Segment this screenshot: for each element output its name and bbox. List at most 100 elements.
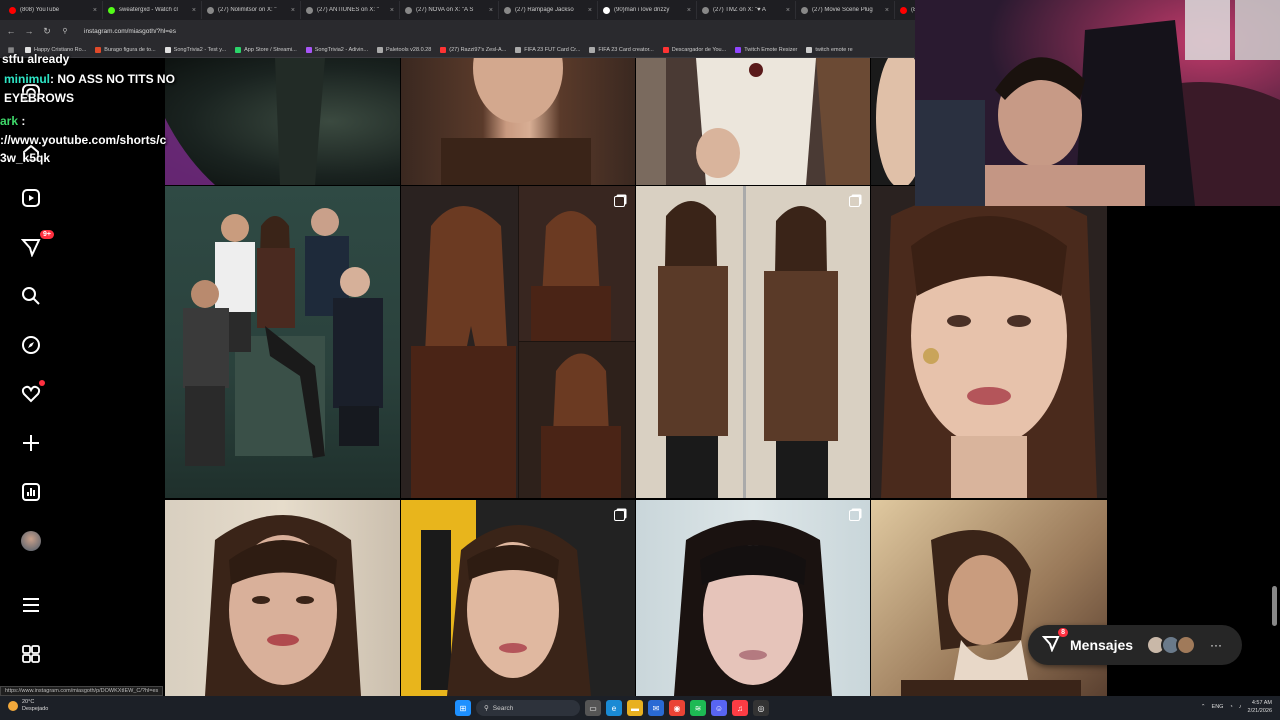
chat-line: minimul: NO ASS NO TITS NO xyxy=(4,70,175,88)
mail-icon[interactable]: ✉ xyxy=(648,700,664,716)
task-view-icon[interactable]: ▭ xyxy=(585,700,601,716)
more-options-icon[interactable]: ··· xyxy=(1210,638,1222,652)
post-tile[interactable] xyxy=(871,186,1107,498)
close-icon[interactable]: × xyxy=(687,7,691,14)
search-icon[interactable] xyxy=(18,283,44,309)
chevron-up-icon[interactable]: ⌃ xyxy=(1201,704,1206,710)
wifi-icon[interactable]: ◔ xyxy=(1229,704,1232,710)
post-tile[interactable] xyxy=(401,186,635,498)
bookmark-item[interactable]: FIFA 23 Card creator... xyxy=(589,46,654,53)
scrollbar[interactable] xyxy=(1272,586,1277,626)
bookmark-label: twitch emote re xyxy=(815,46,853,53)
post-tile[interactable] xyxy=(636,186,870,498)
bookmark-favicon-icon xyxy=(440,46,447,53)
bookmark-item[interactable]: Descargador de You... xyxy=(662,46,726,53)
post-tile[interactable] xyxy=(401,500,635,696)
close-icon[interactable]: × xyxy=(885,7,889,14)
post-tile[interactable] xyxy=(636,58,870,185)
bookmark-item[interactable]: twitch emote re xyxy=(806,46,853,53)
dashboard-icon[interactable] xyxy=(18,479,44,505)
menu-icon[interactable] xyxy=(18,592,44,618)
tab-favicon-icon xyxy=(702,6,709,14)
chat-message: : NO ASS NO TITS NO xyxy=(50,72,175,86)
browser-tab[interactable]: (27) TMZ on X: "♥ A × xyxy=(697,1,796,19)
chat-link: ://www.youtube.com/shorts/c xyxy=(0,133,167,147)
messages-button[interactable]: 8 Mensajes ··· xyxy=(1028,625,1242,665)
close-icon[interactable]: × xyxy=(192,7,196,14)
direct-messages-icon[interactable]: 9+ xyxy=(18,230,54,260)
browser-tab[interactable]: (808) YouTube × xyxy=(4,1,103,19)
windows-start-icon[interactable]: ⊞ xyxy=(455,700,471,716)
discord-icon[interactable]: ☺ xyxy=(711,700,727,716)
bookmark-favicon-icon xyxy=(806,46,813,53)
notification-dot xyxy=(39,380,45,386)
post-tile[interactable] xyxy=(401,58,635,185)
browser-tab[interactable]: (27) Movie Scene Plug × xyxy=(796,1,895,19)
bookmark-item[interactable]: App Store / Streami... xyxy=(235,46,297,53)
reload-icon[interactable]: ↻ xyxy=(42,26,52,37)
volume-icon[interactable]: ♪ xyxy=(1239,704,1242,710)
url-field[interactable]: instagram.com/miasgoth/?hl=es xyxy=(84,28,176,35)
browser-tab[interactable]: (27) NOVA on X: "A S × xyxy=(400,1,499,19)
bookmark-favicon-icon xyxy=(305,46,312,53)
browser-tab[interactable]: sweatergxd - Watch cl × xyxy=(103,1,202,19)
browser-tab[interactable]: (27) ANTIUNES on X: " × xyxy=(301,1,400,19)
bookmark-item[interactable]: Burago figura de to... xyxy=(95,46,156,53)
chat-line: stfu already xyxy=(2,52,70,66)
bookmark-favicon-icon xyxy=(589,46,596,53)
bookmark-label: SongTrivia2 - Adivin... xyxy=(314,46,369,53)
message-avatars xyxy=(1146,635,1197,655)
clock[interactable]: 4:57 AM 2/21/2026 xyxy=(1248,699,1272,715)
back-icon[interactable]: ← xyxy=(6,26,16,36)
edge-icon[interactable]: e xyxy=(606,700,622,716)
music-icon[interactable]: ♫ xyxy=(732,700,748,716)
reels-icon[interactable] xyxy=(18,185,44,211)
taskbar-search[interactable]: ⚲ Search xyxy=(476,700,580,716)
profile-avatar[interactable] xyxy=(18,528,44,554)
spotify-icon[interactable]: ≋ xyxy=(690,700,706,716)
tab-label: (27) Rampage Jackso xyxy=(515,7,574,13)
post-image xyxy=(901,530,1081,696)
close-icon[interactable]: × xyxy=(489,7,493,14)
post-tile[interactable] xyxy=(165,186,400,498)
browser-tab[interactable]: (808)× xyxy=(895,1,915,19)
post-image xyxy=(636,58,870,185)
close-icon[interactable]: × xyxy=(291,7,295,14)
bookmark-favicon-icon xyxy=(235,46,242,53)
post-tile[interactable] xyxy=(871,500,1107,696)
heart-icon[interactable] xyxy=(18,380,45,407)
bookmark-item[interactable]: Paletools v28.0.28 xyxy=(377,46,431,53)
close-icon[interactable]: × xyxy=(786,7,790,14)
bookmark-item[interactable]: FIFA 23 FUT Card Cr... xyxy=(515,46,580,53)
webcam-image xyxy=(915,0,1280,206)
browser-tab[interactable]: (90)man i love drizzy × xyxy=(598,1,697,19)
messages-label: Mensajes xyxy=(1070,637,1134,653)
post-tile[interactable] xyxy=(165,500,400,696)
site-info-icon[interactable]: ⚲ xyxy=(60,27,70,35)
file-explorer-icon[interactable]: ▬ xyxy=(627,700,643,716)
forward-icon[interactable]: → xyxy=(24,26,34,36)
obs-icon[interactable]: ◎ xyxy=(753,700,769,716)
bookmark-item[interactable]: Twitch Emote Resizer xyxy=(735,46,797,53)
bookmark-item[interactable]: SongTrivia2 - Test y... xyxy=(164,46,226,53)
chrome-icon[interactable]: ◉ xyxy=(669,700,685,716)
carousel-icon xyxy=(614,196,625,207)
close-icon[interactable]: × xyxy=(390,7,394,14)
bookmark-item[interactable]: (27) Razzi97's Zesl-A... xyxy=(440,46,506,53)
create-icon[interactable] xyxy=(18,430,44,456)
browser-tab[interactable]: (27) Nolimitsor on X: " × xyxy=(202,1,301,19)
post-tile[interactable] xyxy=(165,58,400,185)
tab-label: (27) TMZ on X: "♥ A xyxy=(713,7,766,13)
language-indicator[interactable]: ENG xyxy=(1212,704,1224,710)
bookmark-item[interactable]: SongTrivia2 - Adivin... xyxy=(305,46,369,53)
post-image xyxy=(183,208,383,466)
avatar xyxy=(1176,635,1197,655)
weather-widget[interactable]: 20°C Despejado xyxy=(8,699,48,713)
close-icon[interactable]: × xyxy=(93,7,97,14)
time: 4:57 AM xyxy=(1251,700,1272,706)
close-icon[interactable]: × xyxy=(588,7,592,14)
browser-tab[interactable]: (27) Rampage Jackso × xyxy=(499,1,598,19)
explore-icon[interactable] xyxy=(18,332,44,358)
more-apps-icon[interactable] xyxy=(18,641,44,667)
post-tile[interactable] xyxy=(636,500,870,696)
